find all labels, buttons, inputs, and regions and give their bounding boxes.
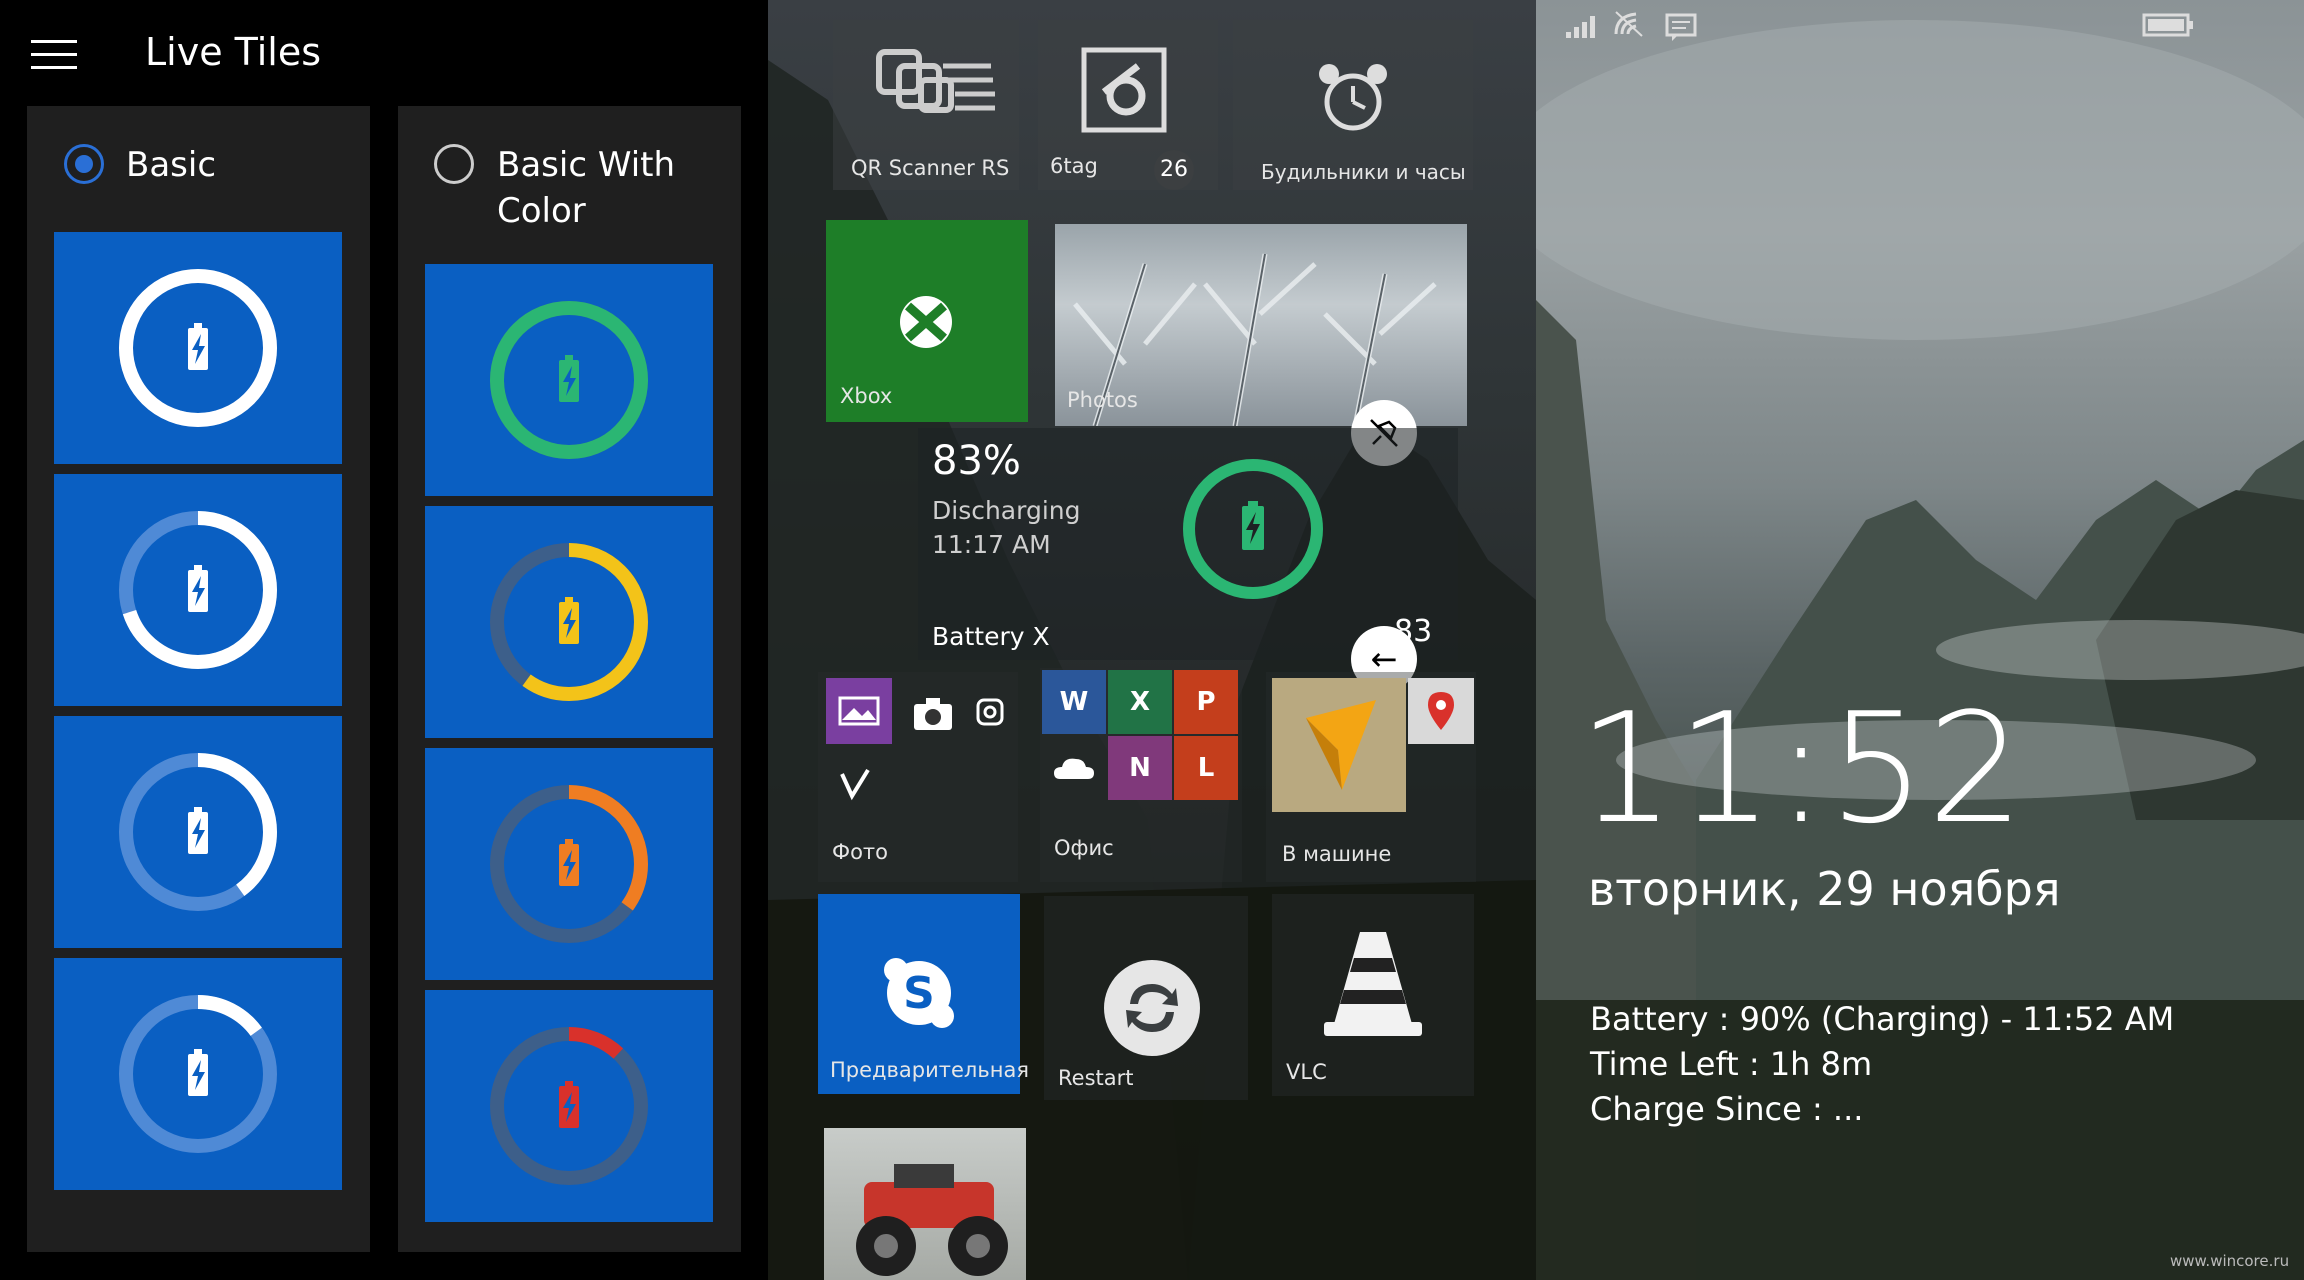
vlc-label: VLC <box>1286 1060 1327 1084</box>
qr-scanner-icon <box>876 49 995 113</box>
color-tile-preview[interactable] <box>425 264 713 496</box>
xbox-tile[interactable]: Xbox <box>826 220 1028 422</box>
battery-ring-preview <box>490 301 648 459</box>
xbox-icon <box>900 296 952 348</box>
foto-label: Фото <box>832 840 889 864</box>
alarm-clock-icon <box>1319 64 1387 131</box>
skype-icon: S <box>884 958 954 1028</box>
page-title: Live Tiles <box>145 30 322 74</box>
qr-scanner-label: QR Scanner RS <box>851 156 1010 180</box>
car-folder-label: В машине <box>1282 842 1392 866</box>
wifi-icon <box>1614 11 1643 37</box>
battery-ring-preview <box>490 785 648 943</box>
basic-tile-preview[interactable] <box>54 958 342 1190</box>
basic-option-label: Basic <box>126 145 217 185</box>
hamburger-menu-icon[interactable] <box>31 40 77 70</box>
battery-status: Discharging <box>932 496 1081 525</box>
onenote-icon: N <box>1108 736 1172 800</box>
notification-icon <box>1665 13 1697 41</box>
battery-x-tile[interactable]: 83% Discharging 11:17 AM Battery X 83 <box>918 428 1458 660</box>
yosemite-background <box>1536 20 2304 1280</box>
basic-tile-preview[interactable] <box>54 716 342 948</box>
office-label: Офис <box>1054 836 1114 860</box>
vine-icon <box>828 752 888 812</box>
vlc-cone-icon <box>1324 932 1422 1036</box>
vlc-tile[interactable]: VLC <box>1272 894 1474 1096</box>
signal-strength-icon <box>1566 16 1595 38</box>
lock-screen <box>1536 0 2304 1280</box>
car-folder-tile[interactable]: В машине <box>1266 672 1476 882</box>
xbox-label: Xbox <box>840 384 893 408</box>
camera-icon <box>902 682 962 742</box>
basic-tile-preview[interactable] <box>54 474 342 706</box>
sixtag-icon <box>1081 47 1167 133</box>
restart-icon <box>1104 960 1200 1056</box>
office-folder-tile[interactable]: W X P N L Офис <box>1040 668 1242 882</box>
photos-tile[interactable]: Photos <box>1055 224 1467 426</box>
foto-folder-tile[interactable]: Фото <box>818 672 1018 882</box>
battery-ring-preview <box>490 543 648 701</box>
start-screen: QR Scanner RS 6tag 26 Будильники и часы … <box>768 0 1536 1280</box>
photos-label: Photos <box>1067 388 1138 412</box>
alarms-label: Будильники и часы <box>1261 160 1466 184</box>
time-left-line: Time Left : 1h 8m <box>1590 1045 1873 1083</box>
battery-ring-preview <box>119 995 277 1153</box>
battery-ring-preview <box>119 753 277 911</box>
watermark: www.wincore.ru <box>2170 1252 2290 1270</box>
excel-icon: X <box>1108 670 1172 734</box>
monster-truck-image <box>856 1164 1008 1276</box>
battery-ring-preview <box>490 1027 648 1185</box>
svg-text:S: S <box>903 968 935 1019</box>
live-tiles-settings-screen: Live Tiles Basic Basic With Color <box>0 0 768 1280</box>
sixtag-label: 6tag <box>1050 154 1098 178</box>
photo-gallery-icon <box>826 678 892 744</box>
sixtag-tile[interactable]: 6tag 26 <box>1038 20 1218 190</box>
battery-detail-line: Battery : 90% (Charging) - 11:52 AM <box>1590 1000 2175 1038</box>
color-tile-preview[interactable] <box>425 506 713 738</box>
battery-time: 11:17 AM <box>932 530 1051 559</box>
basic-with-color-label-line1: Basic With <box>497 145 676 185</box>
battery-percent: 83% <box>932 438 1021 484</box>
lock-screen-clock: 11:52 <box>1578 680 2027 857</box>
basic-with-color-label-line2: Color <box>497 191 586 231</box>
word-icon: W <box>1042 670 1106 734</box>
skype-preview-tile[interactable]: S Предварительная <box>818 894 1029 1094</box>
charge-since-line: Charge Since : ... <box>1590 1090 1864 1128</box>
lock-screen-date: вторник, 29 ноября <box>1588 862 2061 916</box>
battery-ring-preview <box>119 511 277 669</box>
battery-ring <box>1183 459 1323 599</box>
instagram-icon <box>966 686 1016 736</box>
color-tile-preview[interactable] <box>425 990 713 1222</box>
skype-preview-label: Предварительная <box>830 1058 1029 1082</box>
lens-icon: L <box>1174 736 1238 800</box>
onedrive-icon <box>1042 736 1106 800</box>
battery-icon <box>2142 13 2193 37</box>
qr-scanner-tile[interactable]: QR Scanner RS <box>833 20 1019 190</box>
powerpoint-icon: P <box>1174 670 1238 734</box>
alarms-tile[interactable]: Будильники и часы <box>1233 20 1473 190</box>
sixtag-badge: 26 <box>1154 150 1194 190</box>
maps-pin-icon <box>1408 678 1474 744</box>
basic-with-color-radio-button[interactable] <box>434 144 474 184</box>
restart-tile[interactable]: Restart <box>1044 896 1248 1100</box>
battery-x-label: Battery X <box>932 622 1050 651</box>
navigator-app-icon <box>1272 678 1406 812</box>
battery-ring-preview <box>119 269 277 427</box>
restart-label: Restart <box>1058 1066 1134 1090</box>
color-tile-preview[interactable] <box>425 748 713 980</box>
basic-radio-button[interactable] <box>64 144 104 184</box>
monster-truck-game-tile[interactable] <box>824 1128 1026 1280</box>
basic-tile-preview[interactable] <box>54 232 342 464</box>
